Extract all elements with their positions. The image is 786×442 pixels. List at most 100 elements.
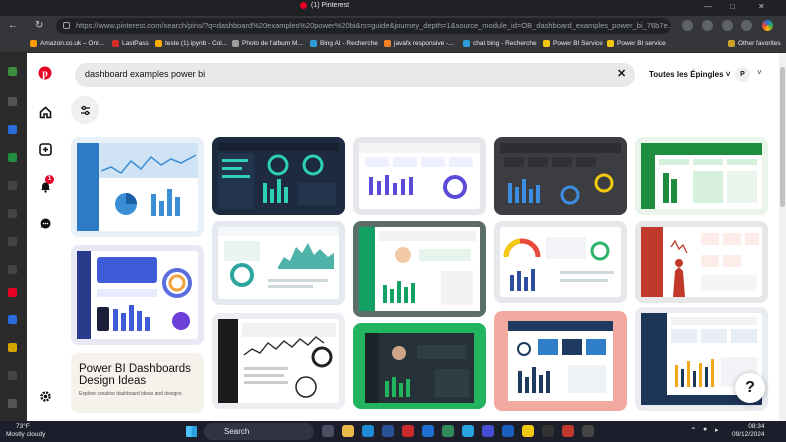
pin-type-dropdown[interactable]: Toutes les Épingles ˅ [641, 63, 731, 87]
bookmark-javafx[interactable]: javafx responsive -... [384, 40, 454, 47]
pin-card[interactable] [353, 221, 486, 317]
power-bi-taskbar-icon[interactable] [522, 425, 534, 437]
temperature: 73°F [16, 423, 30, 430]
vs-icon[interactable] [8, 97, 17, 106]
edge-icon[interactable] [362, 425, 374, 437]
help-button[interactable]: ? [735, 373, 765, 403]
outlook-icon[interactable] [8, 125, 17, 134]
close-window-icon[interactable]: ✕ [758, 2, 765, 11]
back-arrow-icon[interactable]: ← [8, 20, 18, 31]
other-favorites[interactable]: Other favorites [728, 40, 781, 47]
telegram-icon[interactable] [462, 425, 474, 437]
pin-title: Power BI Dashboards Design Ideas [79, 363, 191, 387]
app-icon-2[interactable] [8, 343, 17, 352]
app-icon-taskbar[interactable] [582, 425, 594, 437]
page-scrollbar[interactable] [779, 53, 786, 421]
store-icon[interactable] [382, 425, 394, 437]
minimize-icon[interactable]: — [704, 2, 712, 11]
bookmark-lastpass[interactable]: LastPass [112, 40, 149, 47]
drop-icon[interactable] [8, 237, 17, 246]
pin-card[interactable] [635, 221, 768, 303]
vscode-icon[interactable] [442, 425, 454, 437]
word-icon[interactable] [502, 425, 514, 437]
clock-date: 09/12/2024 [732, 431, 765, 438]
volume-icon[interactable]: ▸ [715, 426, 719, 434]
other-favorites-label: Other favorites [738, 40, 781, 47]
search-input[interactable]: dashboard examples power bi [75, 63, 635, 87]
bookmark-chat-bing[interactable]: chat bing - Recherche [463, 40, 537, 47]
pinterest-side-icon[interactable] [8, 288, 17, 297]
clock-time: 08:34 [748, 423, 765, 430]
avatar[interactable]: P [735, 67, 750, 82]
pin-card[interactable] [212, 221, 345, 305]
tools-icon[interactable] [8, 181, 17, 190]
bookmark-label: Power BI service [617, 40, 666, 47]
add-app-icon[interactable] [8, 399, 17, 408]
file-explorer-icon[interactable] [342, 425, 354, 437]
pin-card[interactable] [212, 137, 345, 215]
bookmark-power-bi-service-2[interactable]: Power BI service [607, 40, 666, 47]
pin-card[interactable] [494, 311, 627, 411]
notification-badge: 1 [45, 175, 54, 184]
system-tray-icon[interactable]: ⌃ [690, 426, 697, 435]
pin-card[interactable] [212, 313, 345, 409]
more-menu-icon[interactable] [741, 20, 752, 31]
messages-icon[interactable] [37, 215, 53, 231]
pin-card[interactable] [71, 137, 204, 237]
bookmark-label: LastPass [122, 40, 149, 47]
windows-start-icon[interactable] [186, 426, 197, 437]
bookmark-power-bi-service[interactable]: Power BI Service [543, 40, 603, 47]
pdf-icon[interactable] [562, 425, 574, 437]
address-bar[interactable]: https://www.pinterest.com/search/pins/?q… [56, 18, 671, 34]
pin-card[interactable] [494, 221, 627, 303]
clear-search-icon[interactable]: ✕ [617, 67, 626, 80]
pinterest-logo-icon[interactable]: p [37, 65, 53, 81]
pin-card[interactable] [71, 245, 204, 345]
pin-card[interactable]: Power BI Dashboards Design Ideas Explore… [71, 353, 204, 413]
bookmark-label: Amazon.co.uk – Onl... [40, 40, 104, 47]
account-chevron-down-icon[interactable]: ˅ [757, 68, 762, 77]
create-icon[interactable] [37, 141, 53, 157]
tab-title: (1) Pinterest [311, 2, 350, 9]
chrome-icon[interactable] [542, 425, 554, 437]
maximize-icon[interactable]: □ [730, 2, 735, 11]
home-icon[interactable] [37, 104, 53, 120]
bookmark-bing-ai[interactable]: Bing AI - Recherche [310, 40, 378, 47]
outlook-taskbar-icon[interactable] [422, 425, 434, 437]
app-icon[interactable] [8, 315, 17, 324]
pinterest-nav-rail: p 1 [27, 53, 63, 421]
power-bi-icon [543, 40, 550, 47]
app-icon-3[interactable] [8, 371, 17, 380]
settings-gear-icon[interactable] [37, 388, 53, 404]
workspace-icon[interactable] [8, 67, 17, 76]
pin-card[interactable] [635, 137, 768, 215]
pin-card[interactable] [494, 137, 627, 215]
pin-card[interactable] [353, 137, 486, 215]
wifi-icon[interactable]: ● [703, 426, 707, 433]
filters-button[interactable] [71, 96, 99, 124]
scrollbar-thumb[interactable] [780, 67, 785, 207]
copilot-icon[interactable] [762, 20, 773, 31]
bookmark-colab[interactable]: teste (1).ipynb - Col... [155, 40, 227, 47]
favorites-icon[interactable] [702, 20, 713, 31]
shopping-icon[interactable] [8, 265, 17, 274]
pin-card[interactable] [353, 323, 486, 409]
excel-icon[interactable] [8, 153, 17, 162]
weather-widget[interactable]: 73°F Mostly cloudy [6, 423, 45, 439]
taskbar-search[interactable]: Search [204, 423, 314, 440]
task-view-icon[interactable] [322, 425, 334, 437]
reload-icon[interactable]: ↻ [35, 20, 43, 31]
browser-toolbar: ← ↻ https://www.pinterest.com/search/pin… [0, 16, 786, 36]
extensions-icon[interactable] [682, 20, 693, 31]
lock-icon [63, 22, 70, 29]
app-red-icon[interactable] [402, 425, 414, 437]
bookmark-amazon[interactable]: Amazon.co.uk – Onl... [30, 40, 104, 47]
system-clock[interactable]: 08:34 09/12/2024 [732, 423, 765, 439]
bookmark-photo-album[interactable]: Photo de l'album M... [232, 40, 303, 47]
teams-icon[interactable] [482, 425, 494, 437]
collections-icon[interactable] [722, 20, 733, 31]
weather-status: Mostly cloudy [6, 431, 46, 438]
games-icon[interactable] [8, 209, 17, 218]
browser-tab[interactable]: (1) Pinterest [300, 2, 349, 9]
taskbar-search-label: Search [224, 427, 250, 436]
